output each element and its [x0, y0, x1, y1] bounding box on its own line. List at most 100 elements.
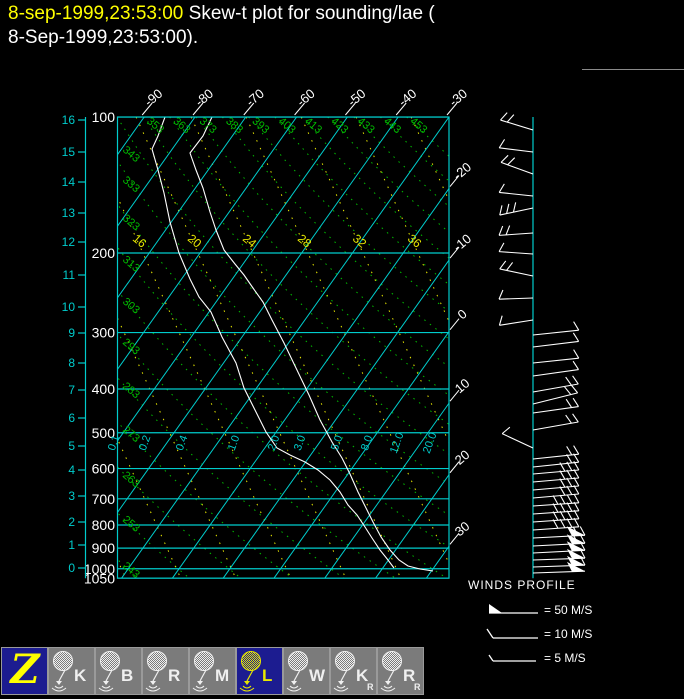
- weather-balloon-icon: L: [239, 651, 272, 692]
- svg-text:M: M: [215, 666, 229, 685]
- svg-text:-50: -50: [344, 86, 368, 110]
- svg-text:12: 12: [62, 235, 76, 249]
- svg-text:423: 423: [329, 115, 351, 136]
- svg-text:323: 323: [120, 212, 142, 233]
- svg-text:383: 383: [223, 115, 245, 136]
- svg-text:2: 2: [68, 515, 75, 529]
- legend-item-50ms: = 50 M/S: [468, 598, 592, 622]
- svg-text:R: R: [414, 682, 421, 692]
- svg-text:20.0: 20.0: [421, 431, 440, 455]
- svg-text:5: 5: [68, 439, 75, 453]
- svg-text:28: 28: [295, 231, 314, 251]
- toolbar-button-w[interactable]: W: [283, 647, 330, 695]
- svg-text:0: 0: [455, 306, 470, 322]
- svg-text:0: 0: [68, 561, 75, 575]
- svg-text:14: 14: [62, 175, 76, 189]
- svg-text:333: 333: [120, 174, 142, 195]
- svg-text:900: 900: [92, 540, 116, 556]
- svg-text:453: 453: [408, 115, 430, 136]
- svg-text:-20: -20: [450, 159, 474, 183]
- svg-text:400: 400: [92, 381, 116, 397]
- svg-text:7: 7: [68, 383, 75, 397]
- svg-text:253: 253: [120, 514, 142, 535]
- svg-text:-70: -70: [243, 86, 267, 110]
- skewt-plot-canvas: 243253263273283293303313323333343353 363 3…: [62, 86, 586, 586]
- svg-text:8.0: 8.0: [359, 434, 376, 452]
- toolbar-button-rr[interactable]: RR: [377, 647, 424, 695]
- svg-text:-90: -90: [141, 86, 165, 110]
- svg-text:20: 20: [452, 447, 473, 468]
- svg-text:1.0: 1.0: [226, 434, 243, 452]
- svg-text:11: 11: [63, 268, 76, 282]
- svg-text:303: 303: [120, 296, 142, 317]
- svg-text:353: 353: [144, 115, 166, 136]
- winds-profile-title: WINDS PROFILE: [468, 578, 576, 592]
- weather-balloon-icon: R: [145, 651, 180, 692]
- svg-text:R: R: [168, 666, 180, 685]
- svg-text:-40: -40: [395, 86, 419, 110]
- svg-text:32: 32: [350, 231, 369, 251]
- weather-balloon-icon: B: [98, 651, 133, 692]
- svg-text:373: 373: [197, 115, 219, 136]
- toolbar-button-b[interactable]: B: [95, 647, 142, 695]
- svg-text:5.0: 5.0: [329, 434, 346, 452]
- toolbar-button-r[interactable]: R: [142, 647, 189, 695]
- legend-item-10ms: = 10 M/S: [468, 622, 592, 646]
- weather-balloon-icon: M: [192, 651, 229, 692]
- svg-text:1050: 1050: [84, 570, 115, 586]
- svg-text:6: 6: [68, 411, 75, 425]
- svg-text:-10: -10: [450, 231, 474, 255]
- half-barb-icon: [488, 654, 536, 662]
- svg-text:10: 10: [452, 375, 473, 396]
- svg-text:283: 283: [120, 380, 142, 401]
- weather-balloon-icon: KR: [333, 651, 374, 692]
- svg-text:300: 300: [92, 325, 116, 341]
- svg-text:13: 13: [62, 206, 76, 220]
- svg-text:700: 700: [92, 491, 116, 507]
- svg-text:R: R: [367, 682, 374, 692]
- svg-text:16: 16: [62, 113, 76, 127]
- svg-text:20: 20: [185, 231, 204, 251]
- svg-text:8: 8: [68, 356, 75, 370]
- svg-text:200: 200: [92, 245, 116, 261]
- toolbar-button-l[interactable]: L: [236, 647, 283, 695]
- toolbar-button-m[interactable]: M: [189, 647, 236, 695]
- svg-text:0.4: 0.4: [174, 434, 191, 452]
- weather-balloon-icon: W: [286, 651, 326, 692]
- svg-text:433: 433: [355, 115, 377, 136]
- svg-text:36: 36: [405, 231, 424, 251]
- svg-text:3.0: 3.0: [292, 434, 309, 452]
- svg-text:9: 9: [68, 326, 75, 340]
- svg-text:B: B: [121, 666, 133, 685]
- flag-barb-icon: [489, 604, 538, 614]
- toolbar-button-kr[interactable]: KR: [330, 647, 377, 695]
- svg-text:363: 363: [171, 115, 193, 136]
- svg-text:L: L: [262, 666, 272, 685]
- legend-item-5ms: = 5 M/S: [468, 646, 592, 670]
- svg-text:1: 1: [68, 538, 75, 552]
- toolbar: ZKBRMLWKRRR: [0, 646, 460, 696]
- winds-profile-legend: WINDS PROFILE = 50 M/S = 10 M/S = 5 M/S: [468, 578, 592, 670]
- svg-text:24: 24: [240, 231, 259, 251]
- full-barb-icon: [486, 628, 538, 639]
- weather-balloon-icon: RR: [380, 651, 421, 692]
- svg-text:10: 10: [62, 300, 76, 314]
- app-logo-icon: Z: [8, 646, 41, 693]
- svg-text:Z: Z: [8, 648, 41, 693]
- svg-text:15: 15: [62, 145, 76, 159]
- svg-text:4: 4: [68, 463, 75, 477]
- toolbar-button-k[interactable]: K: [48, 647, 95, 695]
- svg-text:-30: -30: [446, 86, 470, 110]
- svg-text:413: 413: [302, 115, 324, 136]
- svg-text:16: 16: [130, 231, 149, 251]
- svg-text:800: 800: [92, 517, 116, 533]
- svg-text:3: 3: [68, 489, 75, 503]
- weather-balloon-icon: K: [51, 651, 87, 692]
- toolbar-button-z-logo[interactable]: Z: [1, 646, 48, 695]
- skewt-plot: 243 253 263 273 283 293 303 313 323 333 343 353 363 3…: [0, 0, 684, 646]
- svg-text:-80: -80: [192, 86, 216, 110]
- svg-text:443: 443: [381, 115, 403, 136]
- svg-text:30: 30: [452, 518, 473, 539]
- svg-text:600: 600: [92, 461, 116, 477]
- svg-text:W: W: [309, 666, 326, 685]
